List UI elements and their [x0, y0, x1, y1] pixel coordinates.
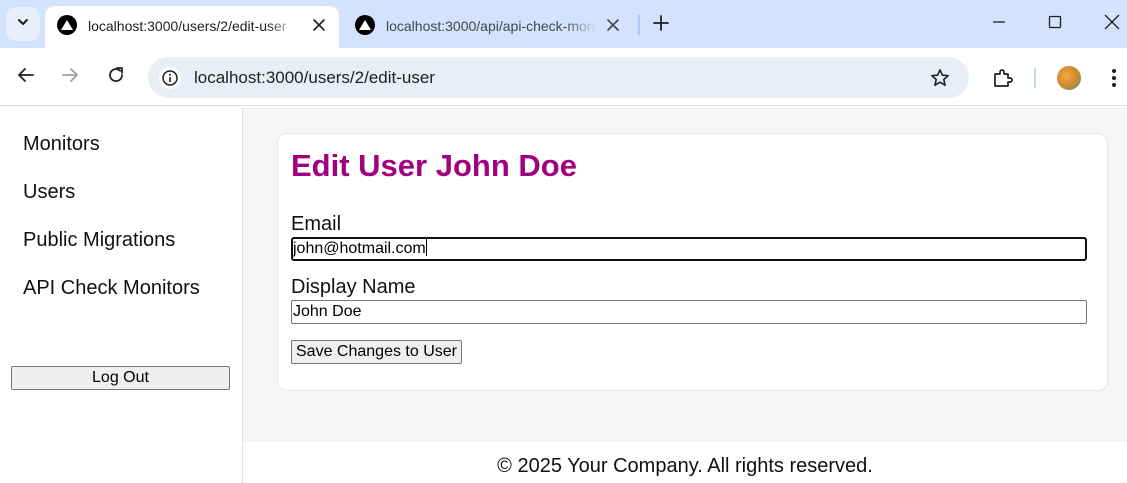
arrow-left-icon — [17, 66, 35, 89]
main-content: Edit User John Doe Email john@hotmail.co… — [243, 107, 1127, 442]
profile-avatar[interactable] — [1057, 66, 1081, 90]
maximize-button[interactable] — [1041, 10, 1069, 38]
browser-tab-edit-user[interactable]: localhost:3000/users/2/edit-user — [45, 6, 339, 48]
page-footer: © 2025 Your Company. All rights reserved… — [243, 442, 1127, 483]
page-viewport: Monitors Users Public Migrations API Che… — [0, 107, 1127, 483]
tab-divider — [638, 15, 640, 35]
arrow-right-icon — [61, 66, 79, 89]
new-tab-button[interactable] — [648, 12, 674, 38]
browser-tab-api-check-monitors[interactable]: localhost:3000/api/api-check-monitors — [343, 6, 633, 48]
kebab-menu-icon[interactable] — [1104, 65, 1124, 91]
bookmark-star-icon[interactable] — [929, 67, 951, 89]
email-value: john@hotmail.com — [293, 240, 426, 257]
footer-copyright: © 2025 Your Company. All rights reserved… — [497, 455, 873, 477]
forward-button[interactable] — [57, 64, 83, 90]
minimize-icon — [992, 15, 1006, 34]
tab-title: localhost:3000/users/2/edit-user — [88, 18, 287, 34]
address-bar[interactable]: localhost:3000/users/2/edit-user — [148, 57, 969, 98]
display-name-value: John Doe — [293, 303, 362, 320]
nextjs-favicon-icon — [355, 15, 375, 35]
address-url: localhost:3000/users/2/edit-user — [194, 68, 435, 87]
close-icon — [1104, 14, 1120, 35]
nextjs-favicon-icon — [57, 15, 77, 35]
site-info-icon[interactable] — [159, 67, 181, 89]
text-caret — [425, 239, 427, 256]
save-changes-button[interactable]: Save Changes to User — [291, 340, 462, 364]
extensions-puzzle-icon[interactable] — [990, 65, 1016, 91]
close-tab-icon[interactable] — [309, 15, 329, 35]
edit-user-card: Edit User John Doe Email john@hotmail.co… — [277, 133, 1108, 391]
sidebar-item-public-migrations[interactable]: Public Migrations — [23, 228, 175, 252]
close-tab-icon[interactable] — [603, 15, 623, 35]
email-label: Email — [291, 213, 342, 235]
back-button[interactable] — [13, 64, 39, 90]
display-name-label: Display Name — [291, 276, 416, 298]
reload-button[interactable] — [103, 64, 129, 90]
sidebar-item-monitors[interactable]: Monitors — [23, 132, 100, 156]
browser-toolbar: localhost:3000/users/2/edit-user — [0, 48, 1127, 106]
maximize-icon — [1048, 15, 1062, 34]
plus-icon — [653, 14, 669, 36]
minimize-button[interactable] — [985, 10, 1013, 38]
close-window-button[interactable] — [1098, 10, 1126, 38]
tab-strip: localhost:3000/users/2/edit-user localho… — [0, 0, 1127, 48]
page-title: Edit User John Doe — [291, 148, 577, 183]
sidebar-item-users[interactable]: Users — [23, 180, 75, 204]
display-name-field[interactable]: John Doe — [291, 300, 1087, 324]
logout-button[interactable]: Log Out — [11, 366, 230, 390]
tab-title: localhost:3000/api/api-check-monitors — [386, 18, 596, 34]
email-field[interactable]: john@hotmail.com — [291, 237, 1087, 261]
reload-icon — [107, 66, 125, 89]
tab-search-button[interactable] — [6, 7, 40, 41]
sidebar-item-api-check-monitors[interactable]: API Check Monitors — [23, 276, 200, 300]
toolbar-divider — [1034, 68, 1036, 88]
sidebar: Monitors Users Public Migrations API Che… — [0, 107, 243, 483]
chevron-down-icon — [16, 15, 30, 34]
